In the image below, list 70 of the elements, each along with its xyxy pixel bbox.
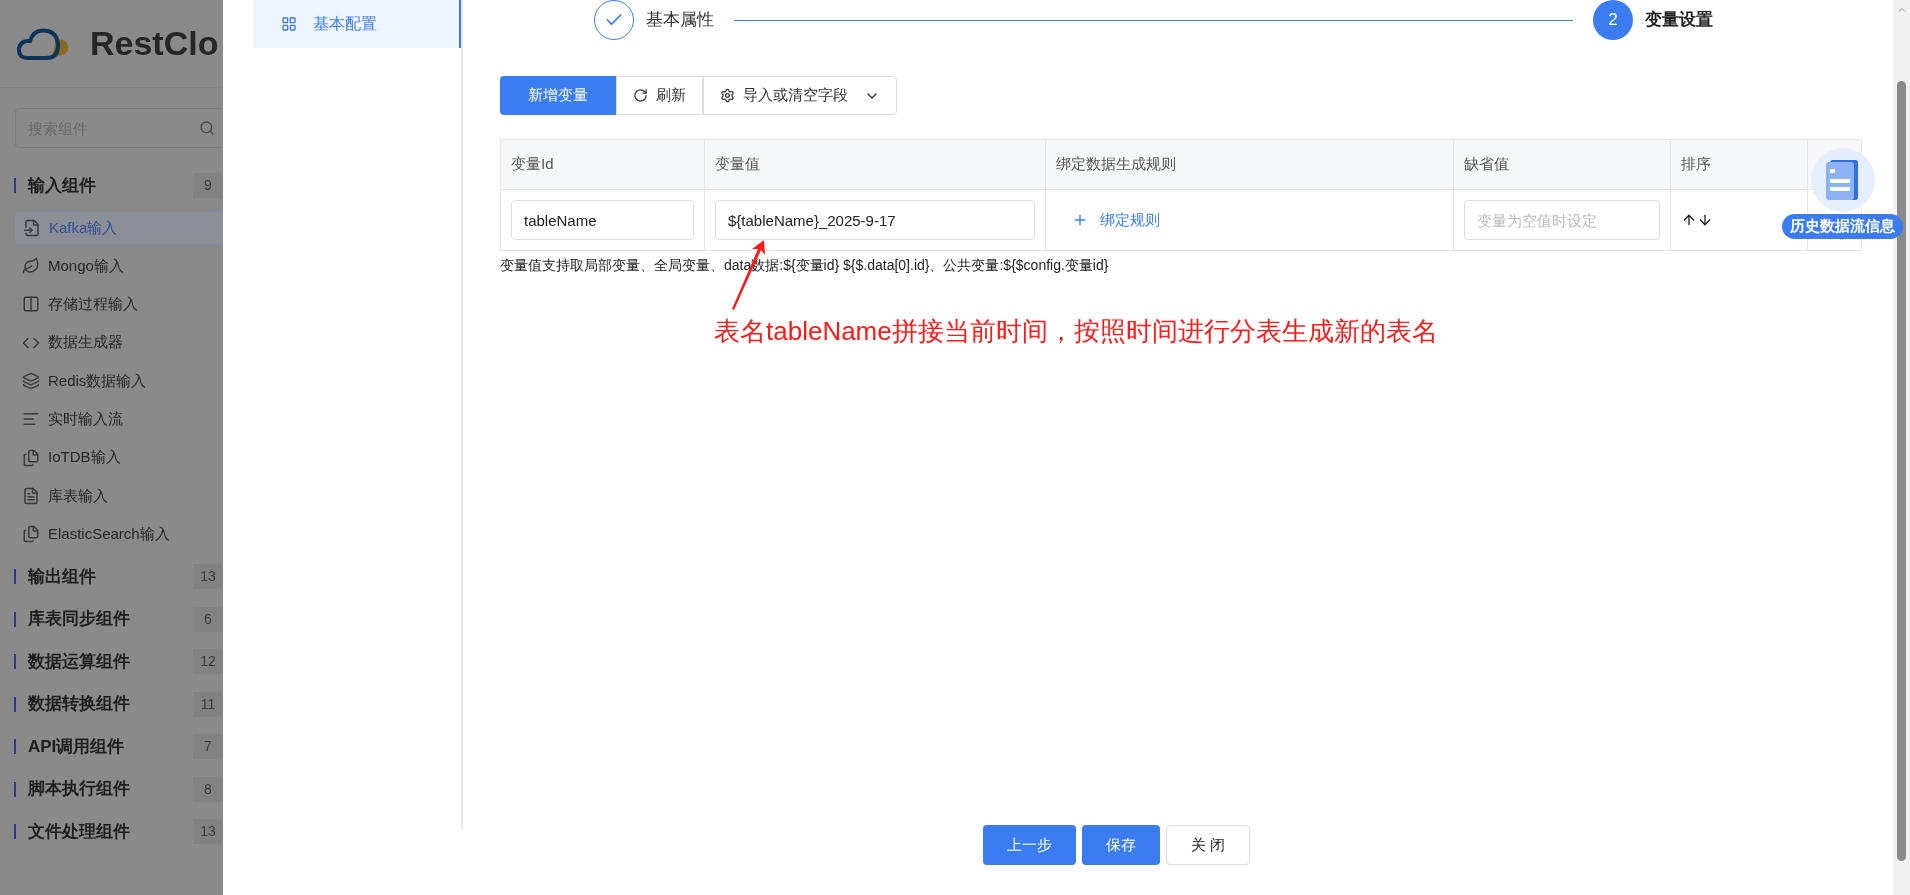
group-label: 文件处理组件 xyxy=(28,820,131,843)
column-header: 排序 xyxy=(1671,140,1808,189)
refresh-icon xyxy=(633,88,648,103)
group-header[interactable]: 输入组件 9 xyxy=(0,164,223,207)
component-item[interactable]: 数据生成器 xyxy=(14,325,223,360)
footer-button[interactable]: 关 闭 xyxy=(1165,825,1251,865)
group-label: 数据转换组件 xyxy=(28,693,131,716)
footer-button[interactable]: 上一步 xyxy=(982,825,1076,865)
default-value-field[interactable]: 变量为空值时设定 xyxy=(1464,200,1660,240)
group-count: 13 xyxy=(193,564,223,590)
component-item[interactable]: Redis数据输入 xyxy=(14,364,223,398)
bind-rule-link[interactable]: 绑定规则 xyxy=(1072,208,1160,232)
grid-icon xyxy=(281,16,297,32)
group-header[interactable]: 文件处理组件 13 xyxy=(0,810,223,853)
variable-id-field[interactable]: tableName xyxy=(511,200,694,240)
nav-item[interactable]: 基本配置 xyxy=(253,0,461,48)
group-label: 脚本执行组件 xyxy=(28,778,131,801)
plus-icon xyxy=(1072,212,1088,228)
group-count: 7 xyxy=(193,734,223,760)
component-icon xyxy=(22,448,40,467)
group-header[interactable]: 数据转换组件 11 xyxy=(0,682,223,726)
component-icon xyxy=(22,295,40,314)
component-item[interactable]: ElasticSearch输入 xyxy=(14,517,223,552)
component-icon xyxy=(22,257,40,276)
component-icon xyxy=(22,372,40,390)
component-item[interactable]: IoTDB输入 xyxy=(14,440,223,475)
settings-icon xyxy=(720,88,735,103)
group-header[interactable]: 数据运算组件 12 xyxy=(0,640,223,683)
scrollbar-thumb[interactable] xyxy=(1897,81,1906,861)
group-label: 输出组件 xyxy=(28,565,97,588)
component-icon xyxy=(22,525,40,544)
component-item[interactable]: 实时输入流 xyxy=(14,402,223,437)
group-label: 库表同步组件 xyxy=(28,608,131,631)
group-header[interactable]: 输出组件 13 xyxy=(0,555,223,598)
step-label: 变量设置 xyxy=(1645,9,1713,32)
group-count: 8 xyxy=(193,776,223,802)
step-label: 基本属性 xyxy=(646,9,714,32)
component-item[interactable]: Mongo输入 xyxy=(14,249,223,284)
add-variable-button[interactable]: 新增变量 xyxy=(500,76,616,115)
group-count: 9 xyxy=(193,172,223,198)
dropdown-button[interactable]: 导入或清空字段 xyxy=(703,76,897,115)
move-up-icon[interactable] xyxy=(1681,212,1697,228)
group-count: 11 xyxy=(193,691,223,717)
group-count: 6 xyxy=(193,606,223,632)
variable-value-field[interactable]: ${tableName}_2025-9-17 xyxy=(715,200,1035,240)
logo-text: RestClo xyxy=(90,23,219,64)
column-header: 变量值 xyxy=(705,140,1046,189)
step-number: 2 xyxy=(1593,0,1633,40)
group-count: 13 xyxy=(193,819,223,845)
group-label: 输入组件 xyxy=(28,174,97,197)
group-label: API调用组件 xyxy=(28,735,126,758)
footer-button[interactable]: 保存 xyxy=(1081,825,1160,865)
annotation-text: 表名tableName拼接当前时间，按照时间进行分表生成新的表名 xyxy=(714,315,1439,348)
component-item[interactable]: 库表输入 xyxy=(14,478,223,513)
component-item[interactable]: Kafka输入 xyxy=(14,210,223,245)
move-down-icon[interactable] xyxy=(1697,212,1713,228)
group-label: 数据运算组件 xyxy=(28,650,131,673)
component-icon xyxy=(23,218,41,237)
history-badge[interactable]: 历史数据流信息 xyxy=(1782,214,1903,239)
column-header: 绑定数据生成规则 xyxy=(1046,140,1454,189)
column-header: 变量Id xyxy=(501,140,705,189)
group-header[interactable]: 脚本执行组件 8 xyxy=(0,767,223,811)
component-icon xyxy=(22,486,40,505)
group-header[interactable]: API调用组件 7 xyxy=(0,725,223,768)
column-header: 缺省值 xyxy=(1454,140,1671,189)
group-count: 12 xyxy=(193,649,223,675)
group-header[interactable]: 库表同步组件 6 xyxy=(0,597,223,641)
component-item[interactable]: 存储过程输入 xyxy=(14,287,223,322)
refresh-button[interactable]: 刷新 xyxy=(616,76,703,115)
search-icon xyxy=(199,120,215,136)
